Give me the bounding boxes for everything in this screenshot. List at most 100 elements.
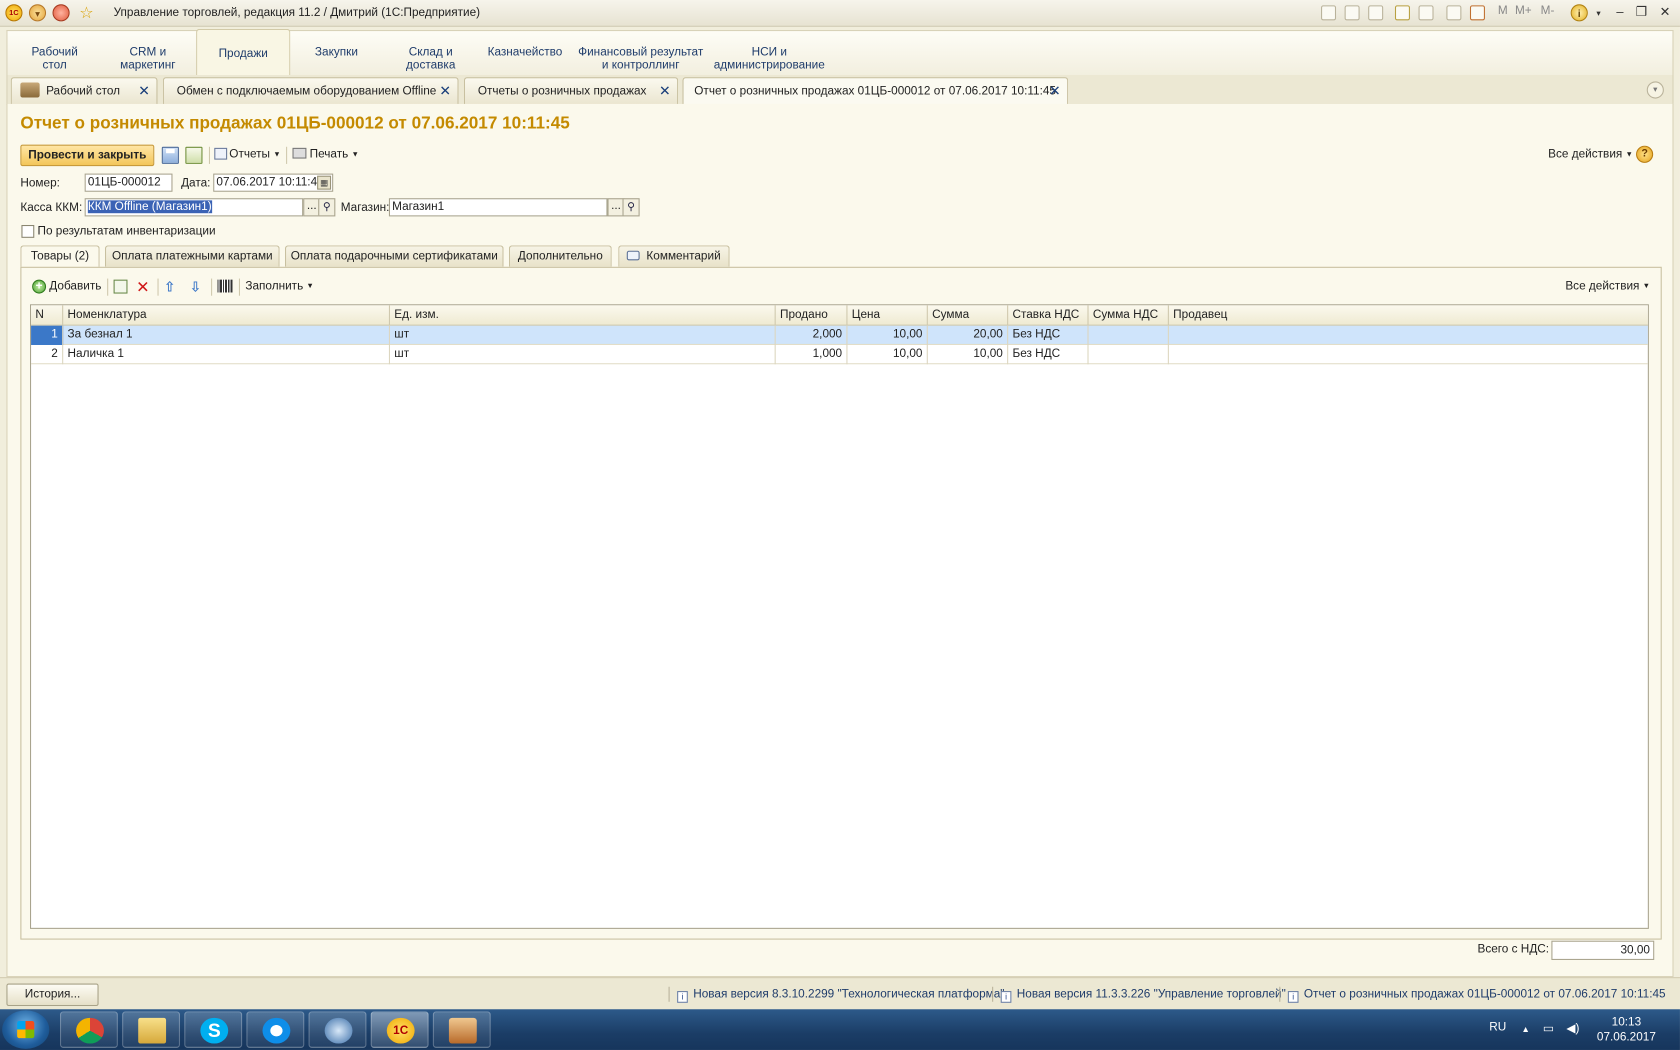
memory-add-button[interactable]: M+ <box>1515 4 1532 21</box>
calendar-icon[interactable] <box>1469 5 1485 21</box>
tray-expand-icon[interactable]: ▲ <box>1521 1024 1529 1034</box>
section-treasury[interactable]: Казначейство <box>479 31 571 76</box>
add-button[interactable]: Добавить <box>49 280 101 293</box>
copy-row-icon[interactable] <box>113 279 128 294</box>
tab-equipment-exchange[interactable]: Обмен с подключаемым оборудованием Offli… <box>162 77 459 105</box>
cell-item[interactable]: За безнал 1 <box>63 325 390 345</box>
volume-icon[interactable]: ◀) <box>1566 1021 1579 1035</box>
column-header-vat-rate[interactable]: Ставка НДС <box>1008 305 1089 326</box>
add-icon[interactable]: + <box>32 279 47 294</box>
register-search-icon[interactable]: ⚲ <box>318 198 336 217</box>
cell-sum[interactable]: 20,00 <box>928 325 1009 345</box>
notification-document[interactable]: i Отчет о розничных продажах 01ЦБ-000012 … <box>1287 988 1666 1003</box>
close-tab-icon[interactable]: ✕ <box>439 78 451 104</box>
reports-menu[interactable]: Отчеты ▼ <box>214 147 281 161</box>
section-financial-result[interactable]: Финансовый результат и контроллинг <box>571 31 710 76</box>
minimize-icon[interactable]: – <box>1609 4 1630 19</box>
cell-sold[interactable]: 2,000 <box>776 325 848 345</box>
calculator-icon[interactable] <box>1446 5 1462 21</box>
print-menu[interactable]: Печать ▼ <box>292 147 359 161</box>
cell-sum[interactable]: 10,00 <box>928 344 1009 365</box>
tabs-list-chevron-icon[interactable]: ▾ <box>1646 81 1664 99</box>
cell-seller[interactable] <box>1169 326 1648 345</box>
store-search-icon[interactable]: ⚲ <box>622 198 640 217</box>
column-header-item[interactable]: Номенклатура <box>63 305 390 326</box>
cell-unit[interactable]: шт <box>390 325 776 345</box>
taskbar-thunderbird[interactable] <box>308 1011 367 1048</box>
save-icon[interactable] <box>161 146 179 164</box>
move-down-icon[interactable]: ⇩ <box>190 279 202 296</box>
cell-vat-sum[interactable] <box>1089 344 1169 365</box>
section-sales[interactable]: Продажи <box>196 28 291 77</box>
cell-price[interactable]: 10,00 <box>847 325 928 345</box>
goods-table[interactable]: N Номенклатура Ед. изм. Продано Цена Сум… <box>29 304 1649 929</box>
form-all-actions-menu[interactable]: Все действия ▼ <box>1548 148 1633 161</box>
app-logo-icon[interactable]: 1С <box>5 4 23 22</box>
column-header-sold[interactable]: Продано <box>776 305 848 326</box>
section-nsi-admin[interactable]: НСИ и администрирование <box>710 31 828 76</box>
help-icon[interactable]: ? <box>1636 145 1654 163</box>
cell-vat-rate[interactable]: Без НДС <box>1008 325 1089 345</box>
barcode-icon[interactable] <box>217 279 233 293</box>
start-button[interactable] <box>2 1010 50 1049</box>
inventory-checkbox[interactable] <box>21 224 35 238</box>
close-window-icon[interactable]: ✕ <box>1654 4 1675 19</box>
register-field[interactable]: ККМ Offline (Магазин1) <box>84 198 304 217</box>
delete-row-icon[interactable]: ✕ <box>136 277 149 297</box>
cell-vat-rate[interactable]: Без НДС <box>1008 344 1089 365</box>
cell-sold[interactable]: 1,000 <box>776 344 848 365</box>
taskbar-chrome[interactable] <box>59 1011 118 1048</box>
save-icon[interactable] <box>1321 5 1337 21</box>
clock[interactable]: 10:13 07.06.2017 <box>1596 1015 1656 1045</box>
favorites-star-icon[interactable]: ☆ <box>79 3 93 22</box>
tab-retail-report[interactable]: Отчет о розничных продажах 01ЦБ-000012 о… <box>682 77 1069 107</box>
preview-icon[interactable] <box>1368 5 1384 21</box>
close-tab-icon[interactable]: ✕ <box>138 78 150 104</box>
tab-additional[interactable]: Дополнительно <box>508 245 612 267</box>
taskbar-skype[interactable]: S <box>184 1011 243 1048</box>
column-header-unit[interactable]: Ед. изм. <box>390 305 776 326</box>
column-header-sum[interactable]: Сумма <box>928 305 1009 326</box>
tab-comment[interactable]: Комментарий <box>618 245 730 267</box>
tab-gift-certificates[interactable]: Оплата подарочными сертификатами <box>284 245 504 267</box>
post-icon[interactable] <box>185 146 203 164</box>
tab-desktop[interactable]: Рабочий стол ✕ <box>10 77 158 105</box>
close-tab-icon[interactable]: ✕ <box>1049 78 1061 104</box>
network-icon[interactable]: ▭ <box>1543 1021 1554 1035</box>
tab-card-payments[interactable]: Оплата платежными картами <box>104 245 280 267</box>
column-header-price[interactable]: Цена <box>847 305 928 326</box>
link-icon[interactable] <box>1418 5 1434 21</box>
tab-retail-reports-list[interactable]: Отчеты о розничных продажах ✕ <box>463 77 679 105</box>
history-button[interactable]: История... <box>6 983 99 1007</box>
cell-price[interactable]: 10,00 <box>847 344 928 365</box>
info-dropdown-icon[interactable]: ▾ <box>1588 9 1609 19</box>
table-all-actions-menu[interactable]: Все действия ▼ <box>1565 280 1650 293</box>
column-header-n[interactable]: N <box>31 305 64 326</box>
cell-vat-sum[interactable] <box>1089 325 1169 345</box>
post-and-close-button[interactable]: Провести и закрыть <box>20 144 155 167</box>
column-header-seller[interactable]: Продавец <box>1169 305 1648 325</box>
calendar-icon[interactable]: ▦ <box>317 175 332 190</box>
notification-platform-update[interactable]: i Новая версия 8.3.10.2299 "Технологическ… <box>677 988 1004 1003</box>
date-field[interactable]: 07.06.2017 10:11:45 ▦ <box>213 173 334 192</box>
cell-seller[interactable] <box>1169 345 1648 364</box>
restore-icon[interactable]: ❐ <box>1631 4 1652 19</box>
section-warehouse[interactable]: Склад и доставка <box>382 31 478 76</box>
cell-item[interactable]: Наличка 1 <box>63 344 390 365</box>
history-icon[interactable] <box>52 4 70 22</box>
taskbar-explorer[interactable] <box>122 1011 180 1048</box>
store-field[interactable]: Магазин1 <box>388 198 608 217</box>
info-icon[interactable]: i <box>1570 4 1588 22</box>
language-indicator[interactable]: RU <box>1489 1021 1506 1034</box>
print-icon[interactable] <box>1344 5 1360 21</box>
tab-goods[interactable]: Товары (2) <box>20 245 100 268</box>
column-header-vat-sum[interactable]: Сумма НДС <box>1089 305 1169 326</box>
memory-store-button[interactable]: M <box>1498 4 1508 21</box>
section-desktop[interactable]: Рабочий стол <box>7 31 101 76</box>
table-row[interactable]: 1 За безнал 1 шт 2,000 10,00 20,00 Без Н… <box>31 325 1648 345</box>
memory-subtract-button[interactable]: M- <box>1541 4 1555 21</box>
close-tab-icon[interactable]: ✕ <box>659 78 671 104</box>
number-field[interactable]: 01ЦБ-000012 <box>84 173 173 192</box>
fill-menu[interactable]: Заполнить ▼ <box>245 280 314 293</box>
cell-unit[interactable]: шт <box>390 344 776 365</box>
